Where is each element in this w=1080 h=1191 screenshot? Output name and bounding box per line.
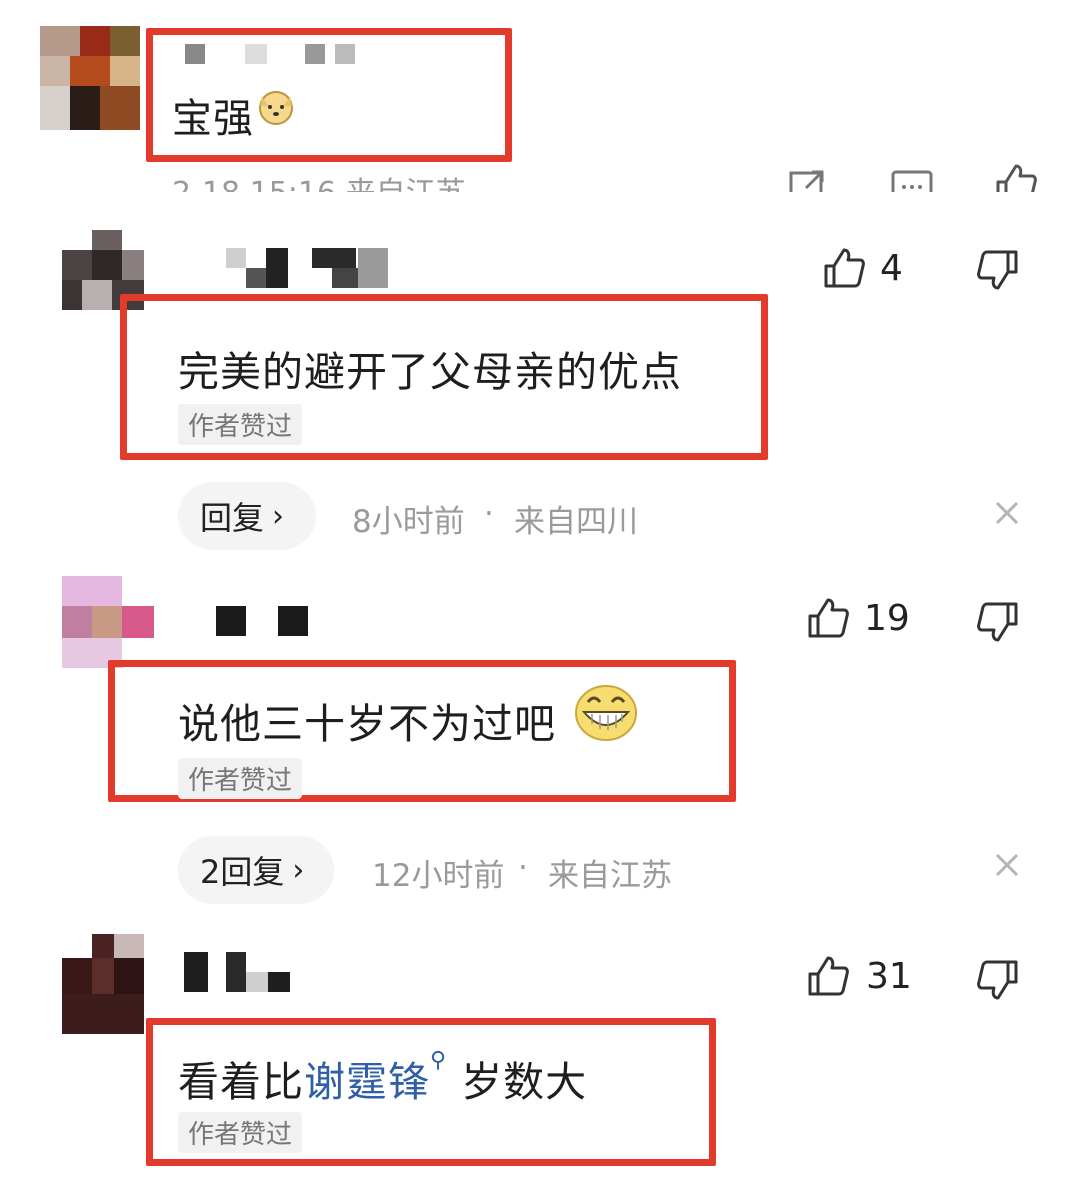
like-icon[interactable]: [822, 246, 866, 290]
reply-button[interactable]: 回复 ›: [178, 482, 316, 550]
avatar[interactable]: [62, 576, 154, 668]
comment-text: 完美的避开了父母亲的优点: [178, 348, 682, 396]
comment-text-after: 岁数大: [447, 1058, 588, 1106]
search-link[interactable]: 谢霆锋: [304, 1058, 430, 1106]
like-count: 4: [880, 248, 903, 289]
username-pixelated[interactable]: [184, 952, 294, 994]
grin-emoji: [574, 684, 638, 742]
avatar[interactable]: [62, 934, 144, 1034]
comment-meta: 2-18 15:16 来自江苏: [172, 168, 466, 192]
dislike-icon[interactable]: [976, 600, 1020, 644]
username-pixelated[interactable]: [226, 248, 396, 290]
close-icon[interactable]: [994, 500, 1020, 526]
search-icon[interactable]: ⚲: [430, 1048, 447, 1073]
comment-location: 来自江苏: [548, 858, 672, 894]
author-liked-tag: 作者赞过: [178, 404, 303, 445]
separator-dot: ·: [484, 496, 494, 532]
comment-time: 12小时前: [372, 858, 505, 894]
reply-label: 回复: [200, 499, 265, 537]
dislike-icon[interactable]: [976, 248, 1020, 292]
chevron-right-icon: ›: [292, 852, 305, 888]
author-liked-tag: 作者赞过: [178, 1112, 303, 1153]
like-count: 19: [864, 598, 910, 639]
share-icon[interactable]: [788, 168, 828, 192]
username-pixelated[interactable]: [216, 606, 316, 638]
like-count: 31: [866, 956, 912, 997]
like-icon[interactable]: [806, 954, 850, 998]
comment-text: 说他三十岁不为过吧: [178, 700, 556, 748]
dislike-icon[interactable]: [976, 958, 1020, 1002]
comment-location: 来自四川: [514, 504, 638, 540]
comment-icon[interactable]: [890, 168, 934, 192]
author-liked-tag: 作者赞过: [178, 758, 303, 799]
comment-text: 宝强: [172, 96, 254, 142]
reply-button[interactable]: 2回复 ›: [178, 836, 334, 904]
avatar[interactable]: [40, 26, 140, 130]
comment-text: 看着比谢霆锋⚲ 岁数大: [178, 1048, 587, 1108]
like-icon[interactable]: [994, 162, 1038, 192]
comment-text-before: 看着比: [178, 1058, 304, 1106]
comment-time: 8小时前: [352, 504, 465, 540]
separator-dot: ·: [518, 850, 528, 886]
dog-face-emoji: [256, 86, 296, 126]
chevron-right-icon: ›: [272, 498, 285, 534]
like-icon[interactable]: [806, 596, 850, 640]
close-icon[interactable]: [994, 852, 1020, 878]
reply-label: 2回复: [200, 853, 285, 891]
